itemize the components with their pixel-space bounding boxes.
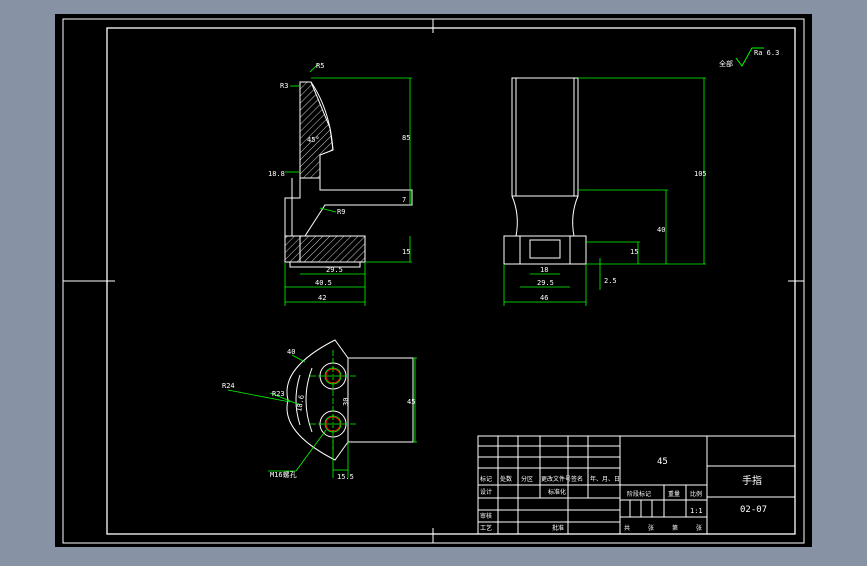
cad-drawing-window: 全部 Ra 6.3 R5 R3 85 45° 18.8 7 R9 15 29.5… bbox=[0, 0, 867, 562]
dim-29-5: 29.5 bbox=[326, 266, 343, 274]
dim-85: 85 bbox=[402, 134, 410, 142]
dim-r5: R5 bbox=[316, 62, 324, 70]
dim-46: 46 bbox=[540, 294, 548, 302]
roughness-label: 全部 bbox=[719, 59, 733, 68]
hdr-count: 处数 bbox=[500, 475, 512, 483]
part-name: 手指 bbox=[742, 474, 762, 487]
dim-r23: R23 bbox=[272, 390, 285, 398]
dim-15: 15 bbox=[402, 248, 410, 256]
dim-r3: R3 bbox=[280, 82, 288, 90]
scale-label: 比例 bbox=[690, 490, 702, 498]
dim-2-5: 2.5 bbox=[604, 277, 617, 285]
row-approve: 批准 bbox=[552, 524, 564, 532]
row-design: 设计 bbox=[480, 488, 492, 496]
hdr-zone: 分区 bbox=[521, 475, 533, 483]
sheet-unit: 张 bbox=[696, 524, 702, 532]
dim-r24: R24 bbox=[222, 382, 235, 390]
dim-18-8: 18.8 bbox=[268, 170, 285, 178]
dim-105: 105 bbox=[694, 170, 707, 178]
dim-40-top: 40 bbox=[287, 348, 295, 356]
row-review: 审核 bbox=[480, 512, 492, 520]
sheet-no: 第 bbox=[672, 524, 678, 532]
dim-18: 18 bbox=[540, 266, 548, 274]
drawing-canvas[interactable]: 全部 Ra 6.3 R5 R3 85 45° 18.8 7 R9 15 29.5… bbox=[0, 0, 867, 562]
weight-label: 重量 bbox=[668, 490, 680, 498]
dim-42: 42 bbox=[318, 294, 326, 302]
hdr-change-file: 更改文件号 bbox=[541, 475, 571, 483]
hdr-sign: 签名 bbox=[571, 475, 583, 483]
dim-15: 15 bbox=[630, 248, 638, 256]
dim-45: 45 bbox=[407, 398, 415, 406]
drawing-sheet bbox=[55, 14, 812, 547]
material-label: 45 bbox=[657, 457, 668, 467]
dim-r9: R9 bbox=[337, 208, 345, 216]
base-section bbox=[284, 235, 366, 263]
hdr-date: 年、月、日 bbox=[590, 475, 620, 483]
hdr-mark: 标记 bbox=[480, 475, 492, 483]
row-standard: 标准化 bbox=[548, 488, 566, 496]
dim-30: 30 bbox=[342, 398, 350, 406]
roughness-value: Ra 6.3 bbox=[754, 49, 779, 57]
dim-7: 7 bbox=[402, 196, 406, 204]
sheets-total: 共 bbox=[624, 524, 630, 532]
dim-45deg: 45° bbox=[307, 136, 320, 144]
dim-40-5: 40.5 bbox=[315, 279, 332, 287]
dim-29-5-side: 29.5 bbox=[537, 279, 554, 287]
drawing-number: 02-07 bbox=[740, 505, 767, 515]
sheets-unit: 张 bbox=[648, 524, 654, 532]
dim-15-5: 15.5 bbox=[337, 473, 354, 481]
row-process: 工艺 bbox=[480, 524, 492, 532]
dim-40: 40 bbox=[657, 226, 665, 234]
scale-value: 1:1 bbox=[690, 507, 703, 515]
dim-m16-thread: M16螺孔 bbox=[270, 470, 297, 479]
stage-label: 阶段标记 bbox=[627, 490, 651, 498]
